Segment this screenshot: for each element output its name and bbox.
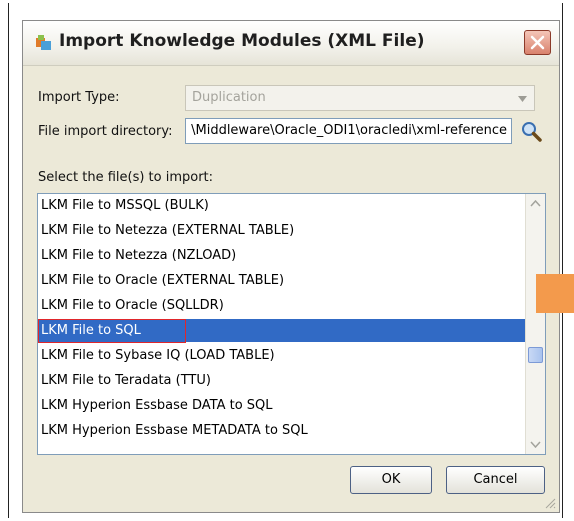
resize-grip-icon[interactable] <box>545 498 556 509</box>
scroll-thumb[interactable] <box>528 347 543 363</box>
chevron-down-icon[interactable] <box>530 441 541 448</box>
list-item[interactable]: LKM File to Sybase IQ (LOAD TABLE) <box>38 344 526 367</box>
file-dir-label: File import directory: <box>38 124 173 139</box>
file-dir-value: \Middleware\Oracle_ODI1\oracledi\xml-ref… <box>191 123 507 138</box>
chevron-up-icon[interactable] <box>530 200 541 207</box>
list-item[interactable]: LKM File to Netezza (NZLOAD) <box>38 244 526 267</box>
import-icon <box>36 35 51 50</box>
list-item[interactable]: LKM File to Teradata (TTU) <box>38 369 526 392</box>
search-icon[interactable] <box>519 119 543 143</box>
import-type-select[interactable]: Duplication <box>185 85 535 111</box>
side-marker <box>536 274 574 313</box>
cancel-button[interactable]: Cancel <box>446 466 545 494</box>
list-scrollbar[interactable] <box>525 194 545 454</box>
import-type-label: Import Type: <box>38 90 120 105</box>
chevron-down-icon <box>518 96 527 102</box>
select-files-label: Select the file(s) to import: <box>38 170 214 185</box>
file-dir-input[interactable]: \Middleware\Oracle_ODI1\oracledi\xml-ref… <box>185 118 512 144</box>
list-item[interactable]: LKM File to Netezza (EXTERNAL TABLE) <box>38 219 526 242</box>
dialog-title: Import Knowledge Modules (XML File) <box>59 31 425 51</box>
list-item[interactable]: LKM Hyperion Essbase DATA to SQL <box>38 394 526 417</box>
import-type-value: Duplication <box>192 90 266 105</box>
list-item[interactable]: LKM File to MSSQL (BULK) <box>38 194 526 217</box>
import-dialog: Import Knowledge Modules (XML File) Impo… <box>22 20 560 513</box>
list-item[interactable]: LKM File to Oracle (EXTERNAL TABLE) <box>38 269 526 292</box>
ok-button[interactable]: OK <box>350 466 432 494</box>
list-item-selected[interactable]: LKM File to SQL <box>38 319 526 342</box>
list-item[interactable]: LKM File to Oracle (SQLLDR) <box>38 294 526 317</box>
close-button[interactable] <box>524 30 551 55</box>
close-icon <box>530 35 545 50</box>
list-item[interactable]: LKM Hyperion Essbase METADATA to SQL <box>38 419 526 442</box>
title-bar[interactable]: Import Knowledge Modules (XML File) <box>23 21 559 66</box>
file-list[interactable]: LKM File to MSSQL (BULK) LKM File to Net… <box>37 193 546 455</box>
